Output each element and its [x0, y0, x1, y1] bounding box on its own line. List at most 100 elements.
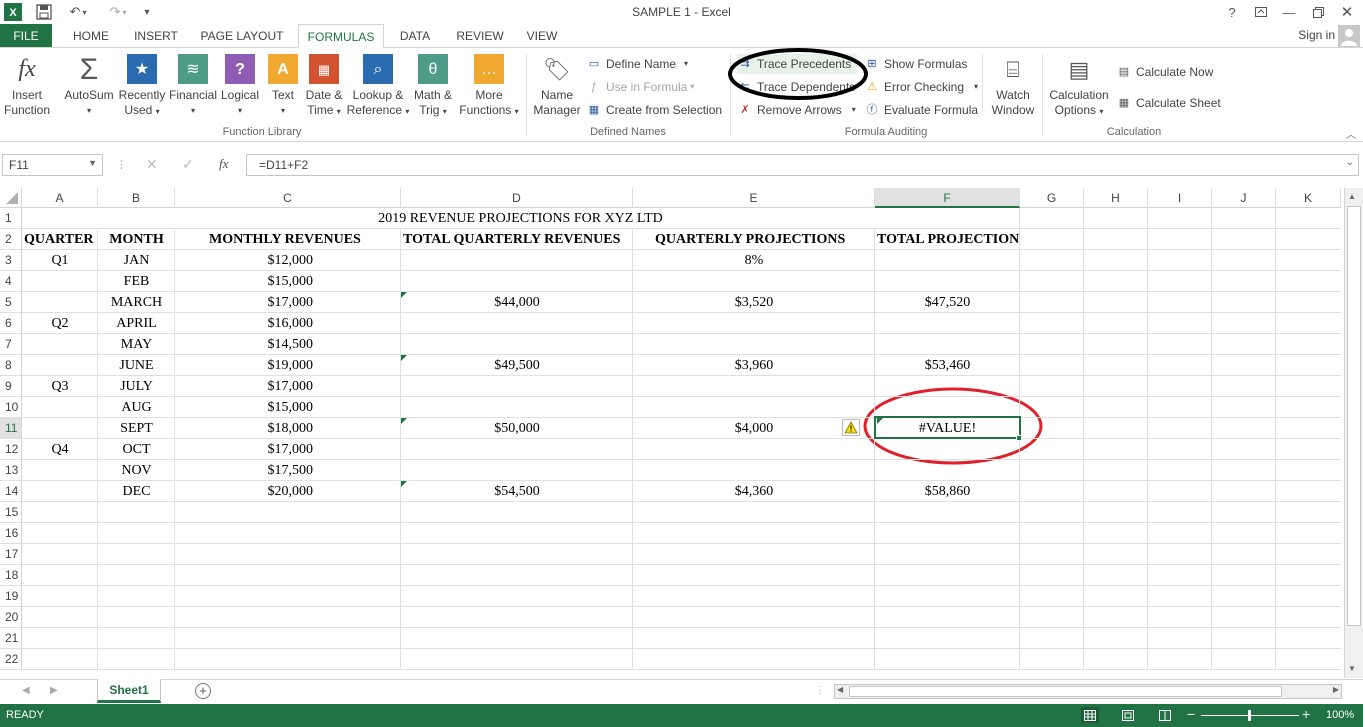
column-header-g[interactable]: G [1020, 188, 1084, 208]
row-header-15[interactable]: 15 [0, 502, 22, 523]
error-smart-tag[interactable] [842, 419, 860, 436]
row-header-20[interactable]: 20 [0, 607, 22, 628]
cell-proj[interactable]: $3,960 [633, 355, 875, 376]
cell-revenue[interactable]: $17,000 [175, 439, 401, 460]
cell-proj[interactable]: $4,000 [633, 418, 875, 439]
row-header-10[interactable]: 10 [0, 397, 22, 418]
row-header-2[interactable]: 2 [0, 229, 22, 250]
cell-month[interactable]: OCT [98, 439, 175, 460]
cell-revenue[interactable]: $20,000 [175, 481, 401, 502]
row-header-17[interactable]: 17 [0, 544, 22, 565]
cell-month[interactable]: JULY [98, 376, 175, 397]
row-header-19[interactable]: 19 [0, 586, 22, 607]
row-header-13[interactable]: 13 [0, 460, 22, 481]
cell-month[interactable]: NOV [98, 460, 175, 481]
sheet-tab-sheet1[interactable]: Sheet1 [97, 679, 161, 703]
zoom-in-icon[interactable]: + [1302, 707, 1310, 721]
cell-quarter[interactable]: Q2 [22, 313, 98, 334]
cell-month[interactable]: JAN [98, 250, 175, 271]
page-layout-view-icon[interactable] [1120, 707, 1136, 723]
select-all-corner[interactable] [0, 188, 22, 208]
cell-revenue[interactable]: $12,000 [175, 250, 401, 271]
cell-month[interactable]: FEB [98, 271, 175, 292]
row-header-22[interactable]: 22 [0, 649, 22, 670]
column-header-h[interactable]: H [1084, 188, 1148, 208]
cell-revenue[interactable]: $17,500 [175, 460, 401, 481]
column-header-e[interactable]: E [633, 188, 875, 208]
row-header-16[interactable]: 16 [0, 523, 22, 544]
scroll-up-icon[interactable]: ▲ [1348, 192, 1356, 201]
column-header-b[interactable]: B [98, 188, 175, 208]
row-header-9[interactable]: 9 [0, 376, 22, 397]
column-title[interactable]: MONTHLY REVENUES [175, 229, 401, 250]
column-header-c[interactable]: C [175, 188, 401, 208]
cell-revenue[interactable]: $19,000 [175, 355, 401, 376]
scroll-down-icon[interactable]: ▼ [1348, 664, 1356, 673]
column-title[interactable]: TOTAL PROJECTION [875, 229, 1020, 250]
name-box[interactable]: F11 ▼ [2, 154, 103, 176]
cell-month[interactable]: AUG [98, 397, 175, 418]
column-title[interactable]: QUARTER [22, 229, 98, 250]
column-header-d[interactable]: D [401, 188, 633, 208]
row-header-8[interactable]: 8 [0, 355, 22, 376]
row-header-12[interactable]: 12 [0, 439, 22, 460]
cell-month[interactable]: APRIL [98, 313, 175, 334]
cell-total-proj[interactable]: $53,460 [875, 355, 1020, 376]
column-header-j[interactable]: J [1212, 188, 1276, 208]
column-header-i[interactable]: I [1148, 188, 1212, 208]
row-header-18[interactable]: 18 [0, 565, 22, 586]
expand-formula-bar-icon[interactable]: ⌄ [1346, 157, 1354, 168]
cell-total-proj[interactable]: $47,520 [875, 292, 1020, 313]
scroll-right-icon[interactable]: ▶ [1333, 685, 1339, 694]
scroll-left-icon[interactable]: ◀ [837, 685, 843, 694]
vertical-scrollbar[interactable]: ▲ ▼ [1344, 188, 1363, 678]
enter-icon[interactable]: ✓ [182, 156, 194, 173]
column-header-a[interactable]: A [22, 188, 98, 208]
cell-proj[interactable]: $3,520 [633, 292, 875, 313]
row-header-5[interactable]: 5 [0, 292, 22, 313]
row-header-6[interactable]: 6 [0, 313, 22, 334]
formula-input[interactable]: =D11+F2 ⌄ [246, 154, 1359, 176]
column-header-f[interactable]: F [875, 188, 1020, 208]
cell-revenue[interactable]: $17,000 [175, 292, 401, 313]
cell-month[interactable]: MAY [98, 334, 175, 355]
add-sheet-icon[interactable]: + [195, 683, 211, 699]
cell-total-proj[interactable]: $58,860 [875, 481, 1020, 502]
zoom-slider-thumb[interactable] [1248, 710, 1251, 721]
cell-proj[interactable]: $4,360 [633, 481, 875, 502]
cell-total-q[interactable]: $54,500 [401, 481, 633, 502]
cell-revenue[interactable]: $16,000 [175, 313, 401, 334]
cell-quarter[interactable]: Q3 [22, 376, 98, 397]
column-title[interactable]: MONTH [98, 229, 175, 250]
chevron-down-icon[interactable]: ▼ [88, 158, 97, 168]
cell-quarter[interactable]: Q1 [22, 250, 98, 271]
vertical-scroll-thumb[interactable] [1347, 206, 1361, 626]
column-title[interactable]: TOTAL QUARTERLY REVENUES [401, 229, 633, 250]
cell-month[interactable]: JUNE [98, 355, 175, 376]
cell-revenue[interactable]: $17,000 [175, 376, 401, 397]
fill-handle[interactable] [1016, 435, 1022, 441]
column-header-k[interactable]: K [1276, 188, 1341, 208]
cell-revenue[interactable]: $18,000 [175, 418, 401, 439]
cell-total-q[interactable]: $50,000 [401, 418, 633, 439]
row-header-11[interactable]: 11 [0, 418, 22, 439]
normal-view-icon[interactable] [1081, 707, 1099, 723]
zoom-level[interactable]: 100% [1326, 709, 1354, 721]
horizontal-scrollbar[interactable]: ◀ ▶ [834, 684, 1342, 699]
cell-month[interactable]: DEC [98, 481, 175, 502]
cell-total-q[interactable]: $44,000 [401, 292, 633, 313]
cell-revenue[interactable]: $14,500 [175, 334, 401, 355]
cell-month[interactable]: MARCH [98, 292, 175, 313]
cell-quarter[interactable]: Q4 [22, 439, 98, 460]
tab-formulas[interactable]: FORMULAS [298, 24, 384, 48]
cell-total-q[interactable]: $49,500 [401, 355, 633, 376]
row-header-4[interactable]: 4 [0, 271, 22, 292]
insert-function-icon[interactable]: fx [219, 156, 228, 172]
row-header-3[interactable]: 3 [0, 250, 22, 271]
row-header-21[interactable]: 21 [0, 628, 22, 649]
cell-revenue[interactable]: $15,000 [175, 397, 401, 418]
horizontal-scroll-thumb[interactable] [849, 686, 1282, 697]
cell-revenue[interactable]: $15,000 [175, 271, 401, 292]
row-header-7[interactable]: 7 [0, 334, 22, 355]
row-header-14[interactable]: 14 [0, 481, 22, 502]
